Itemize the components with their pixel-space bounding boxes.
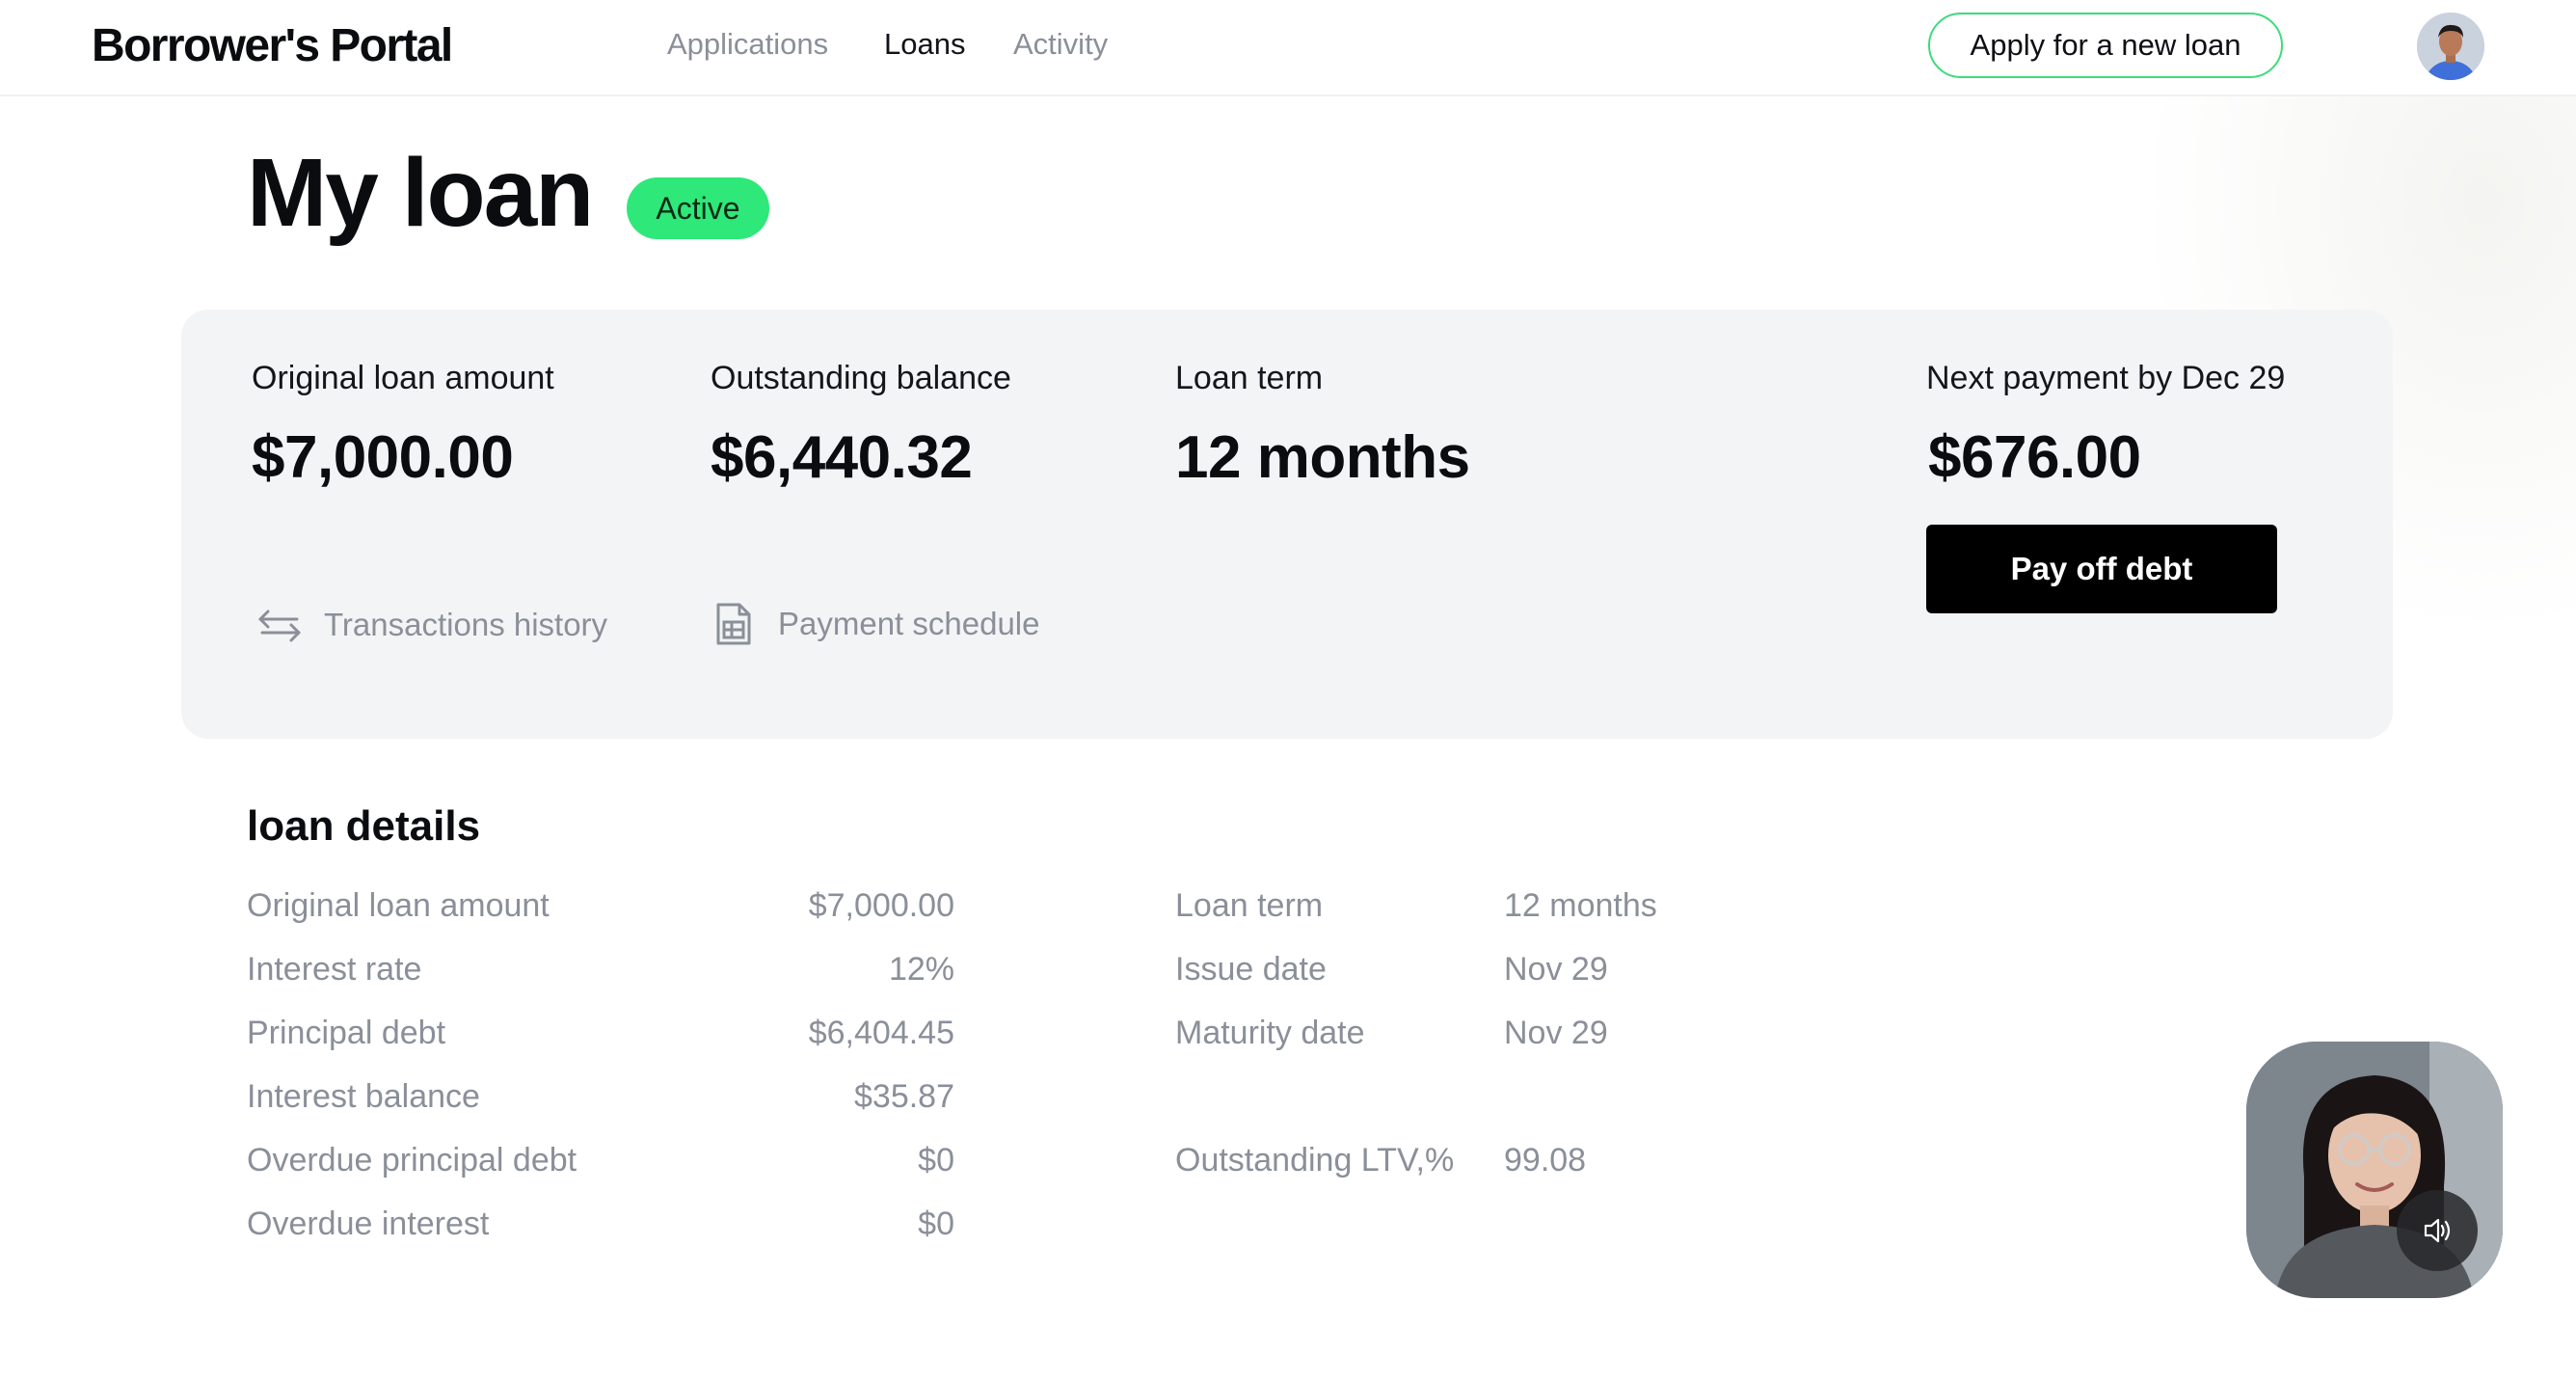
detail-overdue-principal-value: $0 — [918, 1142, 954, 1179]
detail-interest-balance-value: $35.87 — [854, 1078, 954, 1115]
payment-schedule-label: Payment schedule — [778, 606, 1040, 641]
transactions-history-link[interactable]: Transactions history — [256, 602, 607, 648]
detail-principal-debt-label: Principal debt — [247, 1015, 446, 1051]
nav-activity[interactable]: Activity — [1013, 27, 1108, 62]
loan-term-value: 12 months — [1175, 424, 1470, 491]
original-amount-label: Original loan amount — [252, 360, 554, 396]
outstanding-balance-label: Outstanding balance — [711, 360, 1011, 396]
nav-applications[interactable]: Applications — [667, 27, 828, 62]
status-badge: Active — [627, 177, 769, 239]
detail-maturity-date-label: Maturity date — [1175, 1015, 1365, 1051]
detail-interest-rate-label: Interest rate — [247, 951, 422, 988]
user-avatar-icon — [2417, 13, 2484, 80]
detail-original-amount-label: Original loan amount — [247, 887, 550, 924]
loan-summary-card: Original loan amount $7,000.00 Outstandi… — [181, 310, 2393, 739]
next-payment-label: Next payment by Dec 29 — [1926, 360, 2286, 396]
detail-issue-date-value: Nov 29 — [1504, 951, 1608, 988]
detail-ltv-value: 99.08 — [1504, 1142, 1587, 1179]
user-avatar[interactable] — [2417, 13, 2484, 80]
detail-principal-debt-value: $6,404.45 — [808, 1015, 954, 1051]
detail-loan-term-value: 12 months — [1504, 887, 1657, 924]
detail-ltv-label: Outstanding LTV,% — [1175, 1142, 1455, 1179]
pay-off-debt-button[interactable]: Pay off debt — [1926, 525, 2277, 613]
top-navigation-bar: Borrower's Portal Applications Loans Act… — [0, 0, 2576, 96]
detail-issue-date-label: Issue date — [1175, 951, 1327, 988]
detail-interest-rate-value: 12% — [888, 951, 954, 988]
next-payment-value: $676.00 — [1928, 424, 2141, 491]
speaker-toggle-button[interactable] — [2397, 1190, 2478, 1271]
outstanding-balance-value: $6,440.32 — [711, 424, 973, 491]
document-table-icon — [716, 603, 751, 645]
page-title: My loan — [247, 139, 594, 247]
loan-details-heading: loan details — [247, 802, 481, 850]
payment-schedule-link[interactable]: Payment schedule — [711, 601, 1040, 647]
original-amount-value: $7,000.00 — [252, 424, 514, 491]
detail-maturity-date-value: Nov 29 — [1504, 1015, 1608, 1051]
detail-original-amount-value: $7,000.00 — [808, 887, 954, 924]
speaker-icon — [2424, 1218, 2451, 1243]
detail-loan-term-label: Loan term — [1175, 887, 1324, 924]
transactions-history-label: Transactions history — [324, 607, 608, 642]
portal-logo[interactable]: Borrower's Portal — [92, 19, 453, 72]
detail-interest-balance-label: Interest balance — [247, 1078, 480, 1115]
detail-overdue-interest-value: $0 — [918, 1206, 954, 1242]
detail-overdue-interest-label: Overdue interest — [247, 1206, 490, 1242]
apply-new-loan-button[interactable]: Apply for a new loan — [1928, 13, 2283, 78]
transfer-arrows-icon — [258, 610, 301, 642]
detail-overdue-principal-label: Overdue principal debt — [247, 1142, 577, 1179]
nav-loans[interactable]: Loans — [884, 27, 965, 62]
loan-term-label: Loan term — [1175, 360, 1324, 396]
